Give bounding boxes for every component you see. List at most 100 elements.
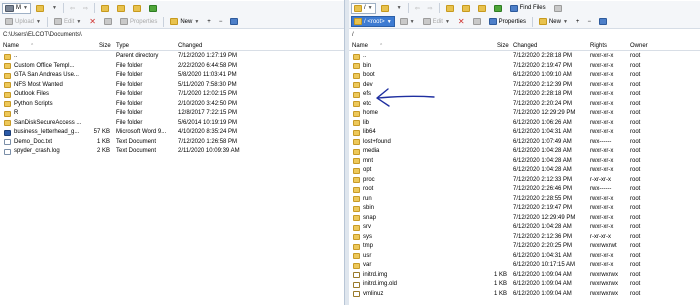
column-header-size[interactable]: Size xyxy=(99,42,111,50)
root-dir-button[interactable] xyxy=(459,3,473,14)
cell-changed: 7/12/2020 1:26:58 PM xyxy=(178,138,238,145)
properties-icon xyxy=(488,18,497,25)
compare-button[interactable] xyxy=(551,3,565,14)
new-button[interactable]: New ▼ xyxy=(536,16,571,27)
file-row[interactable]: media 6/12/2020 1:04:28 AM rwxr-xr-x root xyxy=(349,147,700,157)
column-header-changed[interactable]: Changed xyxy=(513,42,537,50)
remote-location-selector[interactable]: / <root> ▼ xyxy=(351,16,395,27)
file-row[interactable]: R File folder 12/8/2017 7:22:15 PM xyxy=(0,109,344,119)
file-row[interactable]: bin 7/12/2020 2:19:47 PM rwxr-xr-x root xyxy=(349,62,700,72)
file-row[interactable]: .. Parent directory 7/12/2020 1:27:19 PM xyxy=(0,52,344,62)
home-dir-button[interactable] xyxy=(130,3,144,14)
download-button[interactable]: ▼ xyxy=(397,16,418,27)
cell-type: File folder xyxy=(116,119,143,126)
cell-name: lost+found xyxy=(363,138,391,145)
file-row[interactable]: lib64 6/12/2020 1:04:31 AM rwxr-xr-x root xyxy=(349,128,700,138)
file-row[interactable]: sbin 7/12/2020 2:19:47 PM rwxr-xr-x root xyxy=(349,204,700,214)
parent-dir-button[interactable] xyxy=(443,3,457,14)
remove-button[interactable]: − xyxy=(584,16,594,27)
file-row[interactable]: opt 6/12/2020 1:04:28 AM rwxr-xr-x root xyxy=(349,166,700,176)
local-path-bar[interactable]: C:\Users\ELCOT\Documents\ xyxy=(0,31,344,40)
local-drive-selector[interactable]: M ▼ xyxy=(2,2,31,14)
refresh-button[interactable] xyxy=(146,3,160,14)
rename-button[interactable] xyxy=(101,16,115,27)
file-row[interactable]: Custom Office Templ... File folder 2/22/20… xyxy=(0,62,344,72)
file-row[interactable]: efs 7/12/2020 2:28:18 PM rwxr-xr-x root xyxy=(349,90,700,100)
file-row[interactable]: proc 7/12/2020 2:12:33 PM r-xr-xr-x root xyxy=(349,176,700,186)
root-dir-button[interactable] xyxy=(114,3,128,14)
toggle-view-button[interactable] xyxy=(596,16,610,27)
add-button[interactable]: + xyxy=(573,16,583,27)
column-header-changed[interactable]: Changed xyxy=(178,42,202,50)
delete-button[interactable]: ✕ xyxy=(455,16,468,27)
file-row[interactable]: NFS Most Wanted File folder 5/11/2020 7:58… xyxy=(0,81,344,91)
folder-icon xyxy=(353,63,360,69)
column-header-name[interactable]: Name xyxy=(352,42,368,50)
file-row[interactable]: business_letterhead_g... 57 KB Microsoft W… xyxy=(0,128,344,138)
file-row[interactable]: SanDiskSecureAccess ... File folder 5/6/20… xyxy=(0,119,344,129)
remove-button[interactable]: − xyxy=(216,16,226,27)
refresh-icon xyxy=(148,4,157,12)
forward-button[interactable]: ⇨ xyxy=(80,3,91,14)
file-row[interactable]: dev 7/12/2020 2:12:39 PM rwxr-xr-x root xyxy=(349,81,700,91)
file-row[interactable]: .. 7/12/2020 2:28:18 PM rwxr-xr-x root xyxy=(349,52,700,62)
remote-drive-selector[interactable]: / ▼ xyxy=(351,2,376,14)
open-folder-button[interactable] xyxy=(378,3,392,14)
filter-button[interactable]: ▼ xyxy=(394,3,405,14)
add-button[interactable]: + xyxy=(204,16,214,27)
column-header-name[interactable]: Name xyxy=(3,42,19,50)
home-dir-button[interactable] xyxy=(475,3,489,14)
upload-button[interactable]: Upload ▼ xyxy=(2,16,44,27)
file-row[interactable]: Demo_Doc.txt 1 KB Text Document 7/12/2020 1… xyxy=(0,138,344,148)
find-files-button[interactable]: Find Files xyxy=(507,3,549,14)
edit-button[interactable]: Edit ▼ xyxy=(51,16,84,27)
toolbar-divider xyxy=(46,16,48,27)
remote-pane: / ▼ ▼ ⇦ ⇨ Find Files / <root> ▼ ▼ Edit ▼… xyxy=(349,0,700,305)
file-row[interactable]: boot 6/12/2020 1:09:10 AM rwxr-xr-x root xyxy=(349,71,700,81)
file-row[interactable]: lib 6/12/2020 1:06:26 AM rwxr-xr-x root xyxy=(349,119,700,129)
cell-size: 1 KB xyxy=(493,281,507,287)
properties-button[interactable]: Properties xyxy=(486,16,529,27)
cell-name: SanDiskSecureAccess ... xyxy=(14,119,82,126)
cell-name: vmlinuz xyxy=(363,290,384,297)
file-row[interactable]: Outlook Files File folder 7/1/2020 12:02:1… xyxy=(0,90,344,100)
file-row[interactable]: mnt 6/12/2020 1:04:28 AM rwxr-xr-x root xyxy=(349,157,700,167)
file-row[interactable]: usr 6/12/2020 1:04:31 AM rwxr-xr-x root xyxy=(349,252,700,262)
column-header-owner[interactable]: Owner xyxy=(630,42,648,50)
file-row[interactable]: sys 7/12/2020 2:12:36 PM r-xr-xr-x root xyxy=(349,233,700,243)
back-button[interactable]: ⇦ xyxy=(412,3,423,14)
file-row[interactable]: tmp 7/12/2020 2:20:25 PM rwxrwxrwt root xyxy=(349,242,700,252)
new-button[interactable]: New ▼ xyxy=(167,16,202,27)
file-row[interactable]: spyder_crash.log 2 KB Text Document 2/11/20… xyxy=(0,147,344,157)
file-row[interactable]: initrd.img 1 KB 6/12/2020 1:09:04 AM rwxrwx… xyxy=(349,271,700,281)
file-row[interactable]: lost+found 6/12/2020 1:07:49 AM rwx------ r… xyxy=(349,138,700,148)
file-row[interactable]: run 7/12/2020 2:28:55 PM rwxr-xr-x root xyxy=(349,195,700,205)
open-folder-button[interactable] xyxy=(33,3,47,14)
rename-button[interactable] xyxy=(470,16,484,27)
file-row[interactable]: var 6/12/2020 10:17:15 AM rwxr-xr-x root xyxy=(349,261,700,271)
column-header-rights[interactable]: Rights xyxy=(590,42,607,50)
folder-icon xyxy=(4,72,11,79)
file-row[interactable]: srv 6/12/2020 1:04:28 AM rwxr-xr-x root xyxy=(349,223,700,233)
remote-path-bar[interactable]: / xyxy=(349,31,700,40)
file-row[interactable]: initrd.img.old 1 KB 6/12/2020 1:09:04 AM rw… xyxy=(349,280,700,290)
properties-button[interactable]: Properties xyxy=(117,16,160,27)
column-header-type[interactable]: Type xyxy=(116,42,129,50)
back-button[interactable]: ⇦ xyxy=(67,3,78,14)
delete-button[interactable]: ✕ xyxy=(86,16,99,27)
refresh-button[interactable] xyxy=(491,3,505,14)
file-row[interactable]: vmlinuz 1 KB 6/12/2020 1:09:04 AM rwxrwxrwx… xyxy=(349,290,700,300)
file-row[interactable]: root 7/12/2020 2:26:46 PM rwx------ root xyxy=(349,185,700,195)
file-row[interactable]: Python Scripts File folder 2/10/2020 3:42:… xyxy=(0,100,344,110)
toggle-view-button[interactable] xyxy=(227,16,241,27)
parent-dir-button[interactable] xyxy=(98,3,112,14)
file-row[interactable]: snap 7/12/2020 12:29:49 PM rwxr-xr-x root xyxy=(349,214,700,224)
forward-button[interactable]: ⇨ xyxy=(425,3,436,14)
file-row[interactable]: GTA San Andreas Use... File folder 5/8/202… xyxy=(0,71,344,81)
file-row[interactable]: home 7/12/2020 12:29:29 PM rwxr-xr-x root xyxy=(349,109,700,119)
column-header-size[interactable]: Size xyxy=(497,42,509,50)
file-row[interactable]: etc 7/12/2020 2:20:24 PM rwxr-xr-x root xyxy=(349,100,700,110)
toolbar-divider xyxy=(531,16,533,27)
edit-button[interactable]: Edit ▼ xyxy=(420,16,453,27)
filter-button[interactable]: ▼ xyxy=(49,3,60,14)
